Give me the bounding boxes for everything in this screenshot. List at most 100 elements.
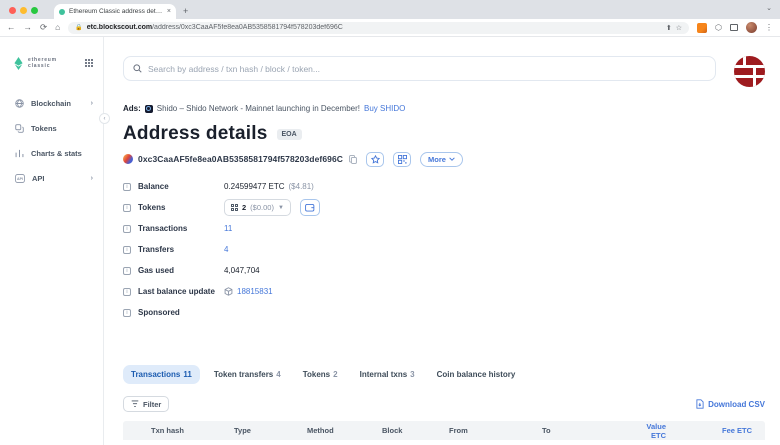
qr-code-button[interactable]: [393, 152, 411, 167]
filter-button[interactable]: Filter: [123, 396, 169, 412]
bar-chart-icon: [15, 149, 24, 158]
info-icon: i: [123, 225, 131, 233]
app-body: ‹ ethereumclassic Blockchain ›: [0, 37, 780, 445]
content-tabs: Transactions11 Token transfers4 Tokens2 …: [123, 365, 765, 384]
col-value-etc[interactable]: Value ETC: [635, 422, 666, 440]
browser-tab[interactable]: Ethereum Classic address det… ×: [54, 4, 176, 19]
info-icon: i: [123, 183, 131, 191]
detail-row-sponsored: i Sponsored: [123, 302, 765, 323]
reload-icon[interactable]: ⟳: [40, 23, 47, 32]
zoom-window-button[interactable]: [31, 7, 38, 14]
tab-coin-balance-history[interactable]: Coin balance history: [429, 365, 524, 384]
more-button[interactable]: More: [420, 152, 463, 167]
address-identicon: [123, 154, 133, 164]
col-fee-etc[interactable]: Fee ETC: [666, 426, 752, 435]
share-icon[interactable]: ⬆: [666, 24, 672, 32]
minimize-window-button[interactable]: [20, 7, 27, 14]
tokens-dropdown-button[interactable]: 2 ($0.00) ▼: [224, 199, 291, 216]
filter-funnel-icon: [131, 400, 139, 408]
sidebar-item-tokens[interactable]: Tokens: [0, 116, 103, 141]
ethereum-classic-logo-icon: [14, 57, 23, 70]
detail-row-balance: i Balance 0.24599477 ETC ($4.81): [123, 176, 765, 197]
col-txn-hash: Txn hash: [151, 426, 234, 435]
window-controls[interactable]: [0, 7, 46, 19]
block-cube-icon: [224, 287, 233, 296]
forward-icon[interactable]: →: [24, 23, 33, 32]
api-icon: API: [15, 174, 25, 183]
block-number-link[interactable]: 18815831: [237, 287, 273, 296]
tab-tokens[interactable]: Tokens2: [295, 365, 346, 384]
bookmark-star-icon[interactable]: ☆: [676, 24, 682, 32]
col-method: Method: [307, 426, 382, 435]
browser-toolbar: ← → ⟳ ⌂ 🔒 etc.blockscout.com/address/0xc…: [0, 19, 780, 37]
download-document-icon: [696, 399, 704, 409]
search-box[interactable]: [123, 56, 716, 81]
info-icon: i: [123, 246, 131, 254]
tokens-grid-icon: [231, 204, 238, 211]
search-row: [123, 56, 765, 87]
sidebar-item-api[interactable]: API API ›: [0, 166, 103, 191]
apps-grid-icon[interactable]: [85, 59, 93, 67]
screen: Ethereum Classic address det… × + ⌄ ← → …: [0, 0, 780, 445]
col-type: Type: [234, 426, 307, 435]
address-hash: 0xc3CaaAF5fe8ea0AB5358581794f578203def69…: [138, 154, 343, 164]
favorite-star-button[interactable]: [366, 152, 384, 167]
ad-text: Shido – Shido Network - Mainnet launchin…: [157, 104, 360, 113]
page-title: Address details: [123, 123, 268, 145]
table-header-row: Txn hash Type Method Block From To Value…: [123, 421, 765, 440]
tab-token-transfers[interactable]: Token transfers4: [206, 365, 289, 384]
eoa-badge: EOA: [277, 129, 302, 140]
browser-tabstrip: Ethereum Classic address det… × + ⌄: [0, 0, 780, 19]
sidebar-menu: Blockchain › Tokens Charts & stats API A…: [0, 91, 103, 191]
sidepanel-icon[interactable]: [730, 24, 738, 31]
tab-search-chevron-icon[interactable]: ⌄: [766, 4, 772, 12]
gas-used-value: 4,047,704: [224, 266, 260, 275]
close-window-button[interactable]: [9, 7, 16, 14]
transfers-count-link[interactable]: 4: [224, 245, 228, 254]
main-content: Ads: Shido – Shido Network - Mainnet lau…: [104, 37, 780, 445]
qr-code-icon: [398, 155, 407, 164]
table-toolbar: Filter Download CSV: [123, 396, 765, 412]
logo[interactable]: ethereumclassic: [0, 53, 103, 73]
ad-link[interactable]: Buy SHIDO: [364, 104, 405, 113]
browser-profile-avatar[interactable]: [746, 22, 757, 33]
sidebar-item-charts-stats[interactable]: Charts & stats: [0, 141, 103, 166]
search-icon: [133, 64, 142, 73]
address-bar[interactable]: 🔒 etc.blockscout.com/address/0xc3CaaAF5f…: [68, 22, 689, 34]
search-input[interactable]: [148, 64, 706, 74]
coins-icon: [15, 124, 24, 133]
back-icon[interactable]: ←: [7, 23, 16, 32]
new-tab-button[interactable]: +: [183, 6, 188, 16]
tab-internal-txns[interactable]: Internal txns3: [352, 365, 423, 384]
shido-icon: [145, 105, 153, 113]
star-icon: [371, 155, 380, 164]
globe-icon: [15, 99, 24, 108]
extensions-puzzle-icon[interactable]: ⬡: [715, 23, 722, 32]
sidebar-collapse-button[interactable]: ‹: [99, 113, 110, 124]
detail-row-transfers: i Transfers 4: [123, 239, 765, 260]
tab-title: Ethereum Classic address det…: [69, 8, 163, 15]
tab-transactions[interactable]: Transactions11: [123, 365, 200, 384]
wallet-button[interactable]: [300, 199, 320, 216]
copy-icon[interactable]: [349, 155, 357, 164]
address-row: 0xc3CaaAF5fe8ea0AB5358581794f578203def69…: [123, 150, 765, 168]
info-icon: i: [123, 288, 131, 296]
transactions-count-link[interactable]: 11: [224, 224, 232, 233]
sidebar-item-blockchain[interactable]: Blockchain ›: [0, 91, 103, 116]
col-from: From: [449, 426, 542, 435]
chevron-right-icon: ›: [91, 175, 93, 182]
metamask-icon[interactable]: [697, 23, 707, 33]
home-icon[interactable]: ⌂: [55, 23, 60, 32]
sidebar: ethereumclassic Blockchain › Tokens: [0, 37, 104, 445]
download-csv-link[interactable]: Download CSV: [696, 399, 765, 409]
balance-usd: ($4.81): [289, 182, 314, 191]
network-logo: [734, 56, 765, 87]
chevron-down-icon: ▼: [278, 205, 284, 211]
kebab-menu-icon[interactable]: ⋮: [765, 23, 773, 32]
ads-banner: Ads: Shido – Shido Network - Mainnet lau…: [123, 104, 765, 113]
tab-close-icon[interactable]: ×: [167, 8, 171, 15]
address-details-list: i Balance 0.24599477 ETC ($4.81) i Token…: [123, 176, 765, 323]
info-icon: i: [123, 204, 131, 212]
ads-label: Ads:: [123, 104, 141, 113]
wallet-icon: [305, 203, 315, 212]
